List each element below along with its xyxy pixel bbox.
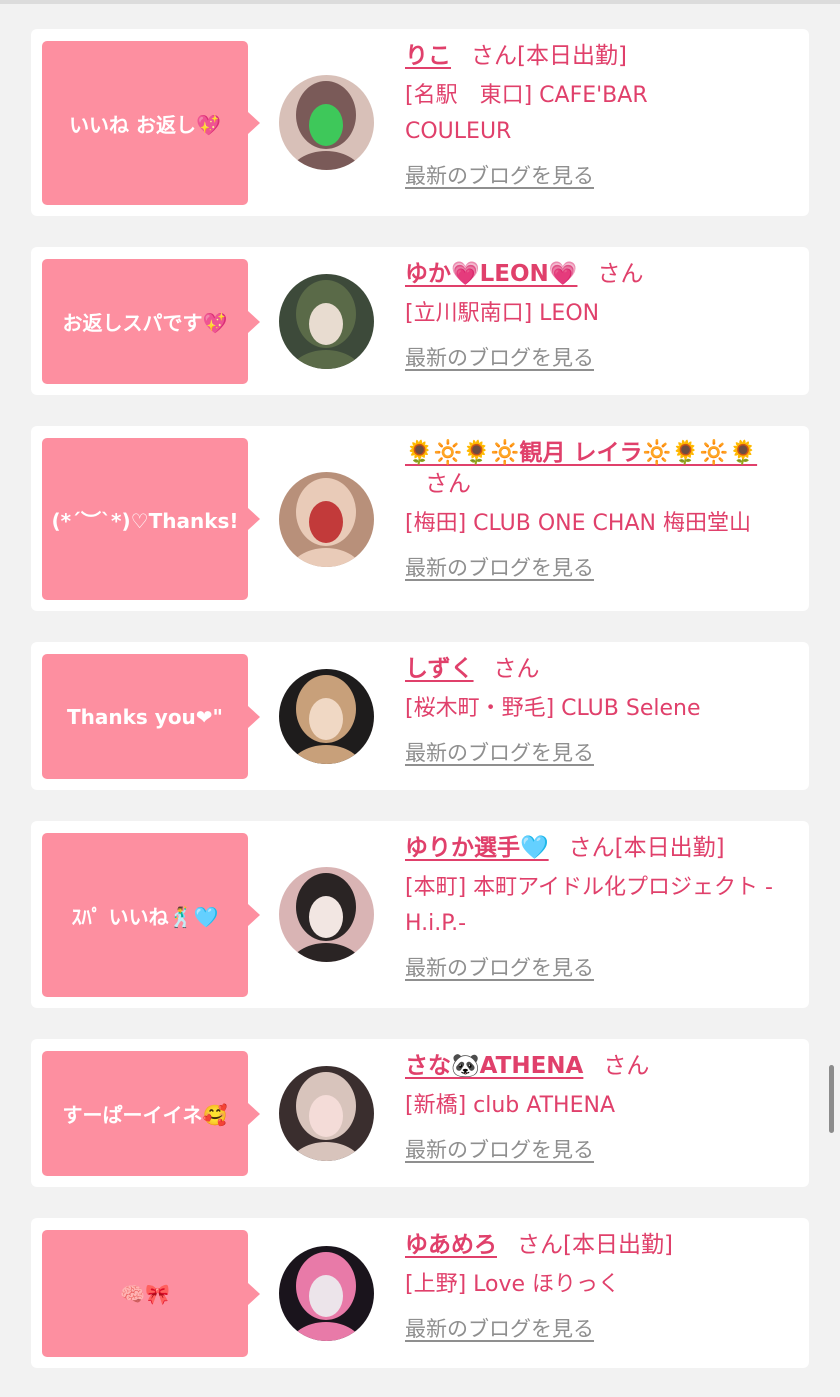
avatar[interactable] [279, 274, 374, 369]
comment-bubble: 🧠🎀 [42, 1230, 260, 1357]
honorific: さん [471, 43, 517, 69]
shop-name: [桜木町・野毛] CLUB Selene [405, 696, 701, 721]
shop-name: [新橋] club ATHENA [405, 1093, 615, 1118]
cast-name-link[interactable]: ゆあめろ [405, 1232, 497, 1258]
honorific: さん [517, 1232, 563, 1258]
comment-text: Thanks you❤" [67, 704, 223, 729]
cast-name-link[interactable]: しずく [405, 656, 474, 682]
cast-name-link[interactable]: ゆか💗LEON💗 [405, 261, 577, 287]
honorific: さん [425, 471, 471, 497]
cast-name-link[interactable]: ゆりか選手🩵 [405, 835, 549, 861]
comment-bubble: ｽﾊﾟ いいね🕺🩵 [42, 833, 260, 997]
avatar[interactable] [279, 867, 374, 962]
list-item: ｽﾊﾟ いいね🕺🩵 ゆりか選手🩵 さん[本日出勤] [本町] 本町アイドル化プロジ… [31, 821, 809, 1008]
shop-name: [立川駅南口] LEON [405, 301, 600, 326]
latest-blog-link[interactable]: 最新のブログを見る [405, 160, 594, 190]
list-item: すーぱーイイネ🥰 さな🐼ATHENA さん [新橋] club ATHENA 最新… [31, 1039, 809, 1187]
list-item: (*´︶`*)♡Thanks! 🌻🔆🌻🔆観月 レイラ🔆🌻🔆🌻 さん [梅田] CL… [31, 426, 809, 611]
honorific: さん [493, 656, 540, 682]
scrollbar[interactable] [829, 1065, 834, 1133]
comment-bubble: いいね お返し💖 [42, 41, 260, 205]
latest-blog-link[interactable]: 最新のブログを見る [405, 1134, 594, 1164]
working-today-badge: [本日出勤] [563, 1232, 673, 1258]
list-item: Thanks you❤" しずく さん [桜木町・野毛] CLUB Selene … [31, 642, 809, 790]
latest-blog-link[interactable]: 最新のブログを見る [405, 952, 594, 982]
shop-name: [名駅 東口] CAFE'BAR COULEUR [405, 83, 648, 144]
comment-text: (*´︶`*)♡Thanks! [51, 508, 239, 533]
avatar[interactable] [279, 1246, 374, 1341]
comment-text: 🧠🎀 [120, 1281, 170, 1306]
comment-text: すーぱーイイネ🥰 [62, 1103, 228, 1127]
honorific: さん [568, 835, 615, 861]
working-today-badge: [本日出勤] [614, 835, 725, 861]
avatar[interactable] [279, 75, 374, 170]
latest-blog-link[interactable]: 最新のブログを見る [405, 342, 594, 372]
list-item: 🧠🎀 ゆあめろ さん[本日出勤] [上野] Love ほりっく 最新のブログを見る [31, 1218, 809, 1368]
list-item: お返しスパです💖 ゆか💗LEON💗 さん [立川駅南口] LEON 最新のブログを… [31, 247, 809, 395]
comment-text: お返しスパです💖 [62, 311, 228, 335]
list-item: いいね お返し💖 りこ さん[本日出勤] [名駅 東口] CAFE'BAR COU… [31, 29, 809, 216]
comment-text: いいね お返し💖 [69, 112, 221, 137]
cast-name-link[interactable]: さな🐼ATHENA [405, 1053, 583, 1079]
avatar[interactable] [279, 472, 374, 567]
cast-name-link[interactable]: りこ [405, 43, 451, 69]
avatar[interactable] [279, 669, 374, 764]
working-today-badge: [本日出勤] [517, 43, 627, 69]
shop-name: [本町] 本町アイドル化プロジェクト -H.i.P.- [405, 875, 773, 936]
comment-text: ｽﾊﾟ いいね🕺🩵 [71, 904, 219, 929]
cast-name-link[interactable]: 🌻🔆🌻🔆観月 レイラ🔆🌻🔆🌻 [405, 440, 757, 466]
shop-name: [上野] Love ほりっく [405, 1272, 621, 1297]
top-divider [0, 0, 840, 4]
avatar[interactable] [279, 1066, 374, 1161]
comment-bubble: すーぱーイイネ🥰 [42, 1051, 260, 1176]
shop-name: [梅田] CLUB ONE CHAN 梅田堂山 [405, 511, 751, 536]
latest-blog-link[interactable]: 最新のブログを見る [405, 552, 594, 582]
latest-blog-link[interactable]: 最新のブログを見る [405, 737, 594, 767]
honorific: さん [597, 261, 644, 287]
comment-bubble: お返しスパです💖 [42, 259, 260, 384]
comment-bubble: (*´︶`*)♡Thanks! [42, 438, 260, 600]
comment-bubble: Thanks you❤" [42, 654, 260, 779]
latest-blog-link[interactable]: 最新のブログを見る [405, 1313, 594, 1343]
honorific: さん [603, 1053, 650, 1079]
